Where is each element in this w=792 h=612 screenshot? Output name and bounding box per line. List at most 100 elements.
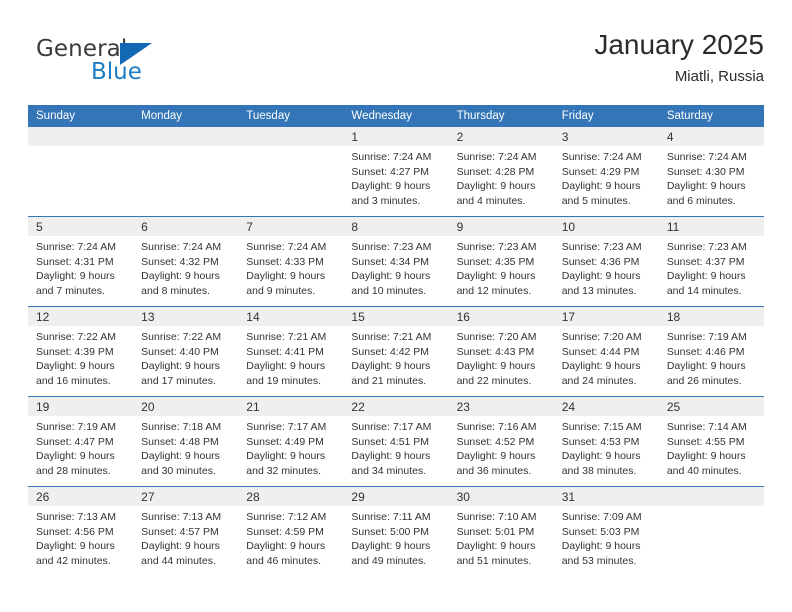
daylight-duration-line1: Daylight: 9 hours bbox=[456, 540, 536, 553]
calendar-cell[interactable]: 16 Sunrise: 7:20 AM Sunset: 4:43 PM Dayligh… bbox=[448, 306, 554, 397]
general-blue-logo[interactable]: General Blue bbox=[28, 34, 258, 90]
calendar-day[interactable]: 19 Sunrise: 7:19 AM Sunset: 4:47 PM Dayligh… bbox=[28, 397, 134, 486]
calendar-cell[interactable]: 19 Sunrise: 7:19 AM Sunset: 4:47 PM Dayligh… bbox=[28, 396, 134, 487]
daylight-duration-line1: Daylight: 9 hours bbox=[351, 450, 431, 463]
calendar-day[interactable]: 9 Sunrise: 7:23 AM Sunset: 4:35 PM Daylight… bbox=[448, 217, 554, 306]
calendar-cell[interactable]: 29 Sunrise: 7:11 AM Sunset: 5:00 PM Dayligh… bbox=[343, 486, 449, 576]
calendar-cell[interactable]: 14 Sunrise: 7:21 AM Sunset: 4:41 PM Dayligh… bbox=[238, 306, 344, 397]
calendar-day[interactable]: 6 Sunrise: 7:24 AM Sunset: 4:32 PM Daylight… bbox=[133, 217, 239, 306]
calendar-cell[interactable]: 31 Sunrise: 7:09 AM Sunset: 5:03 PM Dayligh… bbox=[553, 486, 659, 576]
daylight-duration-line1: Daylight: 9 hours bbox=[141, 360, 220, 373]
calendar-cell[interactable]: 25 Sunrise: 7:14 AM Sunset: 4:55 PM Dayligh… bbox=[658, 396, 764, 487]
calendar-day[interactable]: 28 Sunrise: 7:12 AM Sunset: 4:59 PM Dayligh… bbox=[238, 487, 344, 576]
calendar-cell[interactable]: 3 Sunrise: 7:24 AM Sunset: 4:29 PM Daylight… bbox=[553, 127, 659, 217]
daylight-duration-line2: and 19 minutes. bbox=[246, 374, 321, 387]
sunrise-time: Sunrise: 7:09 AM bbox=[561, 511, 642, 523]
calendar-cell[interactable]: 4 Sunrise: 7:24 AM Sunset: 4:30 PM Daylight… bbox=[658, 127, 764, 217]
calendar-day[interactable]: 21 Sunrise: 7:17 AM Sunset: 4:49 PM Dayligh… bbox=[238, 397, 344, 486]
day-details: Sunrise: 7:20 AM Sunset: 4:44 PM Daylight:… bbox=[554, 326, 659, 388]
calendar-cell[interactable]: 20 Sunrise: 7:18 AM Sunset: 4:48 PM Dayligh… bbox=[133, 396, 239, 487]
calendar-cell[interactable]: 1 Sunrise: 7:24 AM Sunset: 4:27 PM Daylight… bbox=[343, 127, 449, 217]
calendar-cell[interactable] bbox=[238, 127, 344, 217]
sunset-time: Sunset: 4:51 PM bbox=[351, 435, 430, 448]
calendar-cell[interactable]: 17 Sunrise: 7:20 AM Sunset: 4:44 PM Dayligh… bbox=[553, 306, 659, 397]
calendar-cell[interactable]: 18 Sunrise: 7:19 AM Sunset: 4:46 PM Dayligh… bbox=[658, 306, 764, 397]
day-details: Sunrise: 7:21 AM Sunset: 4:41 PM Daylight:… bbox=[238, 326, 343, 388]
calendar-cell[interactable]: 28 Sunrise: 7:12 AM Sunset: 4:59 PM Dayligh… bbox=[238, 486, 344, 576]
calendar-day[interactable]: 24 Sunrise: 7:15 AM Sunset: 4:53 PM Dayligh… bbox=[553, 397, 659, 486]
day-number: 13 bbox=[133, 307, 239, 326]
calendar-cell[interactable]: 11 Sunrise: 7:23 AM Sunset: 4:37 PM Dayligh… bbox=[658, 216, 764, 307]
calendar-cell[interactable]: 30 Sunrise: 7:10 AM Sunset: 5:01 PM Dayligh… bbox=[448, 486, 554, 576]
day-details: Sunrise: 7:24 AM Sunset: 4:31 PM Daylight:… bbox=[28, 236, 133, 298]
daylight-duration-line2: and 30 minutes. bbox=[141, 464, 216, 477]
calendar-cell[interactable]: 13 Sunrise: 7:22 AM Sunset: 4:40 PM Dayligh… bbox=[133, 306, 239, 397]
daylight-duration-line2: and 16 minutes. bbox=[36, 374, 111, 387]
daylight-duration-line1: Daylight: 9 hours bbox=[36, 450, 115, 463]
calendar-cell[interactable]: 8 Sunrise: 7:23 AM Sunset: 4:34 PM Daylight… bbox=[343, 216, 449, 307]
calendar-cell[interactable]: 6 Sunrise: 7:24 AM Sunset: 4:32 PM Daylight… bbox=[133, 216, 239, 307]
calendar-cell[interactable]: 10 Sunrise: 7:23 AM Sunset: 4:36 PM Dayligh… bbox=[553, 216, 659, 307]
sunset-time: Sunset: 4:40 PM bbox=[141, 345, 219, 358]
calendar-day[interactable]: 26 Sunrise: 7:13 AM Sunset: 4:56 PM Dayligh… bbox=[28, 487, 134, 576]
calendar-cell[interactable] bbox=[28, 127, 134, 217]
calendar-day[interactable]: 23 Sunrise: 7:16 AM Sunset: 4:52 PM Dayligh… bbox=[448, 397, 554, 486]
calendar-cell[interactable]: 27 Sunrise: 7:13 AM Sunset: 4:57 PM Dayligh… bbox=[133, 486, 239, 576]
day-details: Sunrise: 7:23 AM Sunset: 4:35 PM Daylight:… bbox=[449, 236, 554, 298]
daylight-duration-line2: and 6 minutes. bbox=[666, 194, 736, 207]
sunrise-time: Sunrise: 7:17 AM bbox=[351, 421, 432, 433]
sunrise-time: Sunrise: 7:13 AM bbox=[36, 511, 116, 523]
calendar-day[interactable]: 18 Sunrise: 7:19 AM Sunset: 4:46 PM Dayligh… bbox=[658, 307, 764, 396]
calendar-day[interactable]: 30 Sunrise: 7:10 AM Sunset: 5:01 PM Dayligh… bbox=[448, 487, 554, 576]
calendar-day[interactable]: 17 Sunrise: 7:20 AM Sunset: 4:44 PM Dayligh… bbox=[553, 307, 659, 396]
calendar-cell[interactable] bbox=[658, 486, 764, 576]
calendar-day[interactable]: 7 Sunrise: 7:24 AM Sunset: 4:33 PM Daylight… bbox=[238, 217, 344, 306]
daylight-duration-line1: Daylight: 9 hours bbox=[456, 270, 536, 283]
calendar-day[interactable]: 4 Sunrise: 7:24 AM Sunset: 4:30 PM Daylight… bbox=[658, 127, 764, 216]
calendar-day[interactable]: 1 Sunrise: 7:24 AM Sunset: 4:27 PM Daylight… bbox=[343, 127, 449, 216]
calendar-day[interactable]: 8 Sunrise: 7:23 AM Sunset: 4:34 PM Daylight… bbox=[343, 217, 449, 306]
calendar-cell[interactable]: 12 Sunrise: 7:22 AM Sunset: 4:39 PM Dayligh… bbox=[28, 306, 134, 397]
page-subtitle-location: Miatli, Russia bbox=[674, 68, 764, 85]
sunrise-time: Sunrise: 7:18 AM bbox=[141, 421, 222, 433]
calendar-cell[interactable]: 15 Sunrise: 7:21 AM Sunset: 4:42 PM Dayligh… bbox=[343, 306, 449, 397]
calendar-cell[interactable]: 7 Sunrise: 7:24 AM Sunset: 4:33 PM Daylight… bbox=[238, 216, 344, 307]
calendar-day[interactable]: 13 Sunrise: 7:22 AM Sunset: 4:40 PM Dayligh… bbox=[133, 307, 239, 396]
daylight-duration-line2: and 21 minutes. bbox=[351, 374, 427, 387]
calendar-cell[interactable]: 24 Sunrise: 7:15 AM Sunset: 4:53 PM Dayligh… bbox=[553, 396, 659, 487]
calendar-day[interactable]: 16 Sunrise: 7:20 AM Sunset: 4:43 PM Dayligh… bbox=[448, 307, 554, 396]
calendar-day[interactable]: 20 Sunrise: 7:18 AM Sunset: 4:48 PM Dayligh… bbox=[133, 397, 239, 486]
day-number: 15 bbox=[343, 307, 449, 326]
sunrise-time: Sunrise: 7:10 AM bbox=[456, 511, 537, 523]
calendar-day[interactable]: 3 Sunrise: 7:24 AM Sunset: 4:29 PM Daylight… bbox=[553, 127, 659, 216]
calendar-day[interactable]: 22 Sunrise: 7:17 AM Sunset: 4:51 PM Dayligh… bbox=[343, 397, 449, 486]
calendar-cell[interactable]: 2 Sunrise: 7:24 AM Sunset: 4:28 PM Daylight… bbox=[448, 127, 554, 217]
calendar-cell[interactable]: 21 Sunrise: 7:17 AM Sunset: 4:49 PM Dayligh… bbox=[238, 396, 344, 487]
calendar-day[interactable]: 27 Sunrise: 7:13 AM Sunset: 4:57 PM Dayligh… bbox=[133, 487, 239, 576]
calendar-day[interactable]: 2 Sunrise: 7:24 AM Sunset: 4:28 PM Daylight… bbox=[448, 127, 554, 216]
calendar-cell[interactable]: 9 Sunrise: 7:23 AM Sunset: 4:35 PM Daylight… bbox=[448, 216, 554, 307]
calendar-cell[interactable]: 26 Sunrise: 7:13 AM Sunset: 4:56 PM Dayligh… bbox=[28, 486, 134, 576]
day-number: 8 bbox=[343, 217, 449, 236]
calendar-day[interactable]: 5 Sunrise: 7:24 AM Sunset: 4:31 PM Daylight… bbox=[28, 217, 134, 306]
calendar-day[interactable]: 31 Sunrise: 7:09 AM Sunset: 5:03 PM Dayligh… bbox=[553, 487, 659, 576]
calendar-day[interactable]: 29 Sunrise: 7:11 AM Sunset: 5:00 PM Dayligh… bbox=[343, 487, 449, 576]
sunset-time: Sunset: 4:59 PM bbox=[246, 525, 324, 538]
sunrise-time: Sunrise: 7:23 AM bbox=[666, 241, 747, 253]
day-number: 22 bbox=[343, 397, 449, 416]
calendar-cell[interactable]: 5 Sunrise: 7:24 AM Sunset: 4:31 PM Daylight… bbox=[28, 216, 134, 307]
calendar-day[interactable]: 15 Sunrise: 7:21 AM Sunset: 4:42 PM Dayligh… bbox=[343, 307, 449, 396]
calendar-day[interactable]: 14 Sunrise: 7:21 AM Sunset: 4:41 PM Dayligh… bbox=[238, 307, 344, 396]
sunset-time: Sunset: 4:36 PM bbox=[561, 255, 640, 268]
daylight-duration-line2: and 26 minutes. bbox=[666, 374, 742, 387]
calendar-day[interactable]: 10 Sunrise: 7:23 AM Sunset: 4:36 PM Dayligh… bbox=[553, 217, 659, 306]
day-details: Sunrise: 7:23 AM Sunset: 4:34 PM Daylight:… bbox=[343, 236, 448, 298]
calendar-day[interactable]: 25 Sunrise: 7:14 AM Sunset: 4:55 PM Dayligh… bbox=[658, 397, 764, 486]
calendar-cell[interactable]: 23 Sunrise: 7:16 AM Sunset: 4:52 PM Dayligh… bbox=[448, 396, 554, 487]
daylight-duration-line1: Daylight: 9 hours bbox=[351, 540, 431, 553]
day-details: Sunrise: 7:21 AM Sunset: 4:42 PM Daylight:… bbox=[343, 326, 448, 388]
calendar-cell[interactable]: 22 Sunrise: 7:17 AM Sunset: 4:51 PM Dayligh… bbox=[343, 396, 449, 487]
calendar-cell[interactable] bbox=[133, 127, 239, 217]
calendar-day[interactable]: 11 Sunrise: 7:23 AM Sunset: 4:37 PM Dayligh… bbox=[658, 217, 764, 306]
calendar-day[interactable]: 12 Sunrise: 7:22 AM Sunset: 4:39 PM Dayligh… bbox=[28, 307, 134, 396]
